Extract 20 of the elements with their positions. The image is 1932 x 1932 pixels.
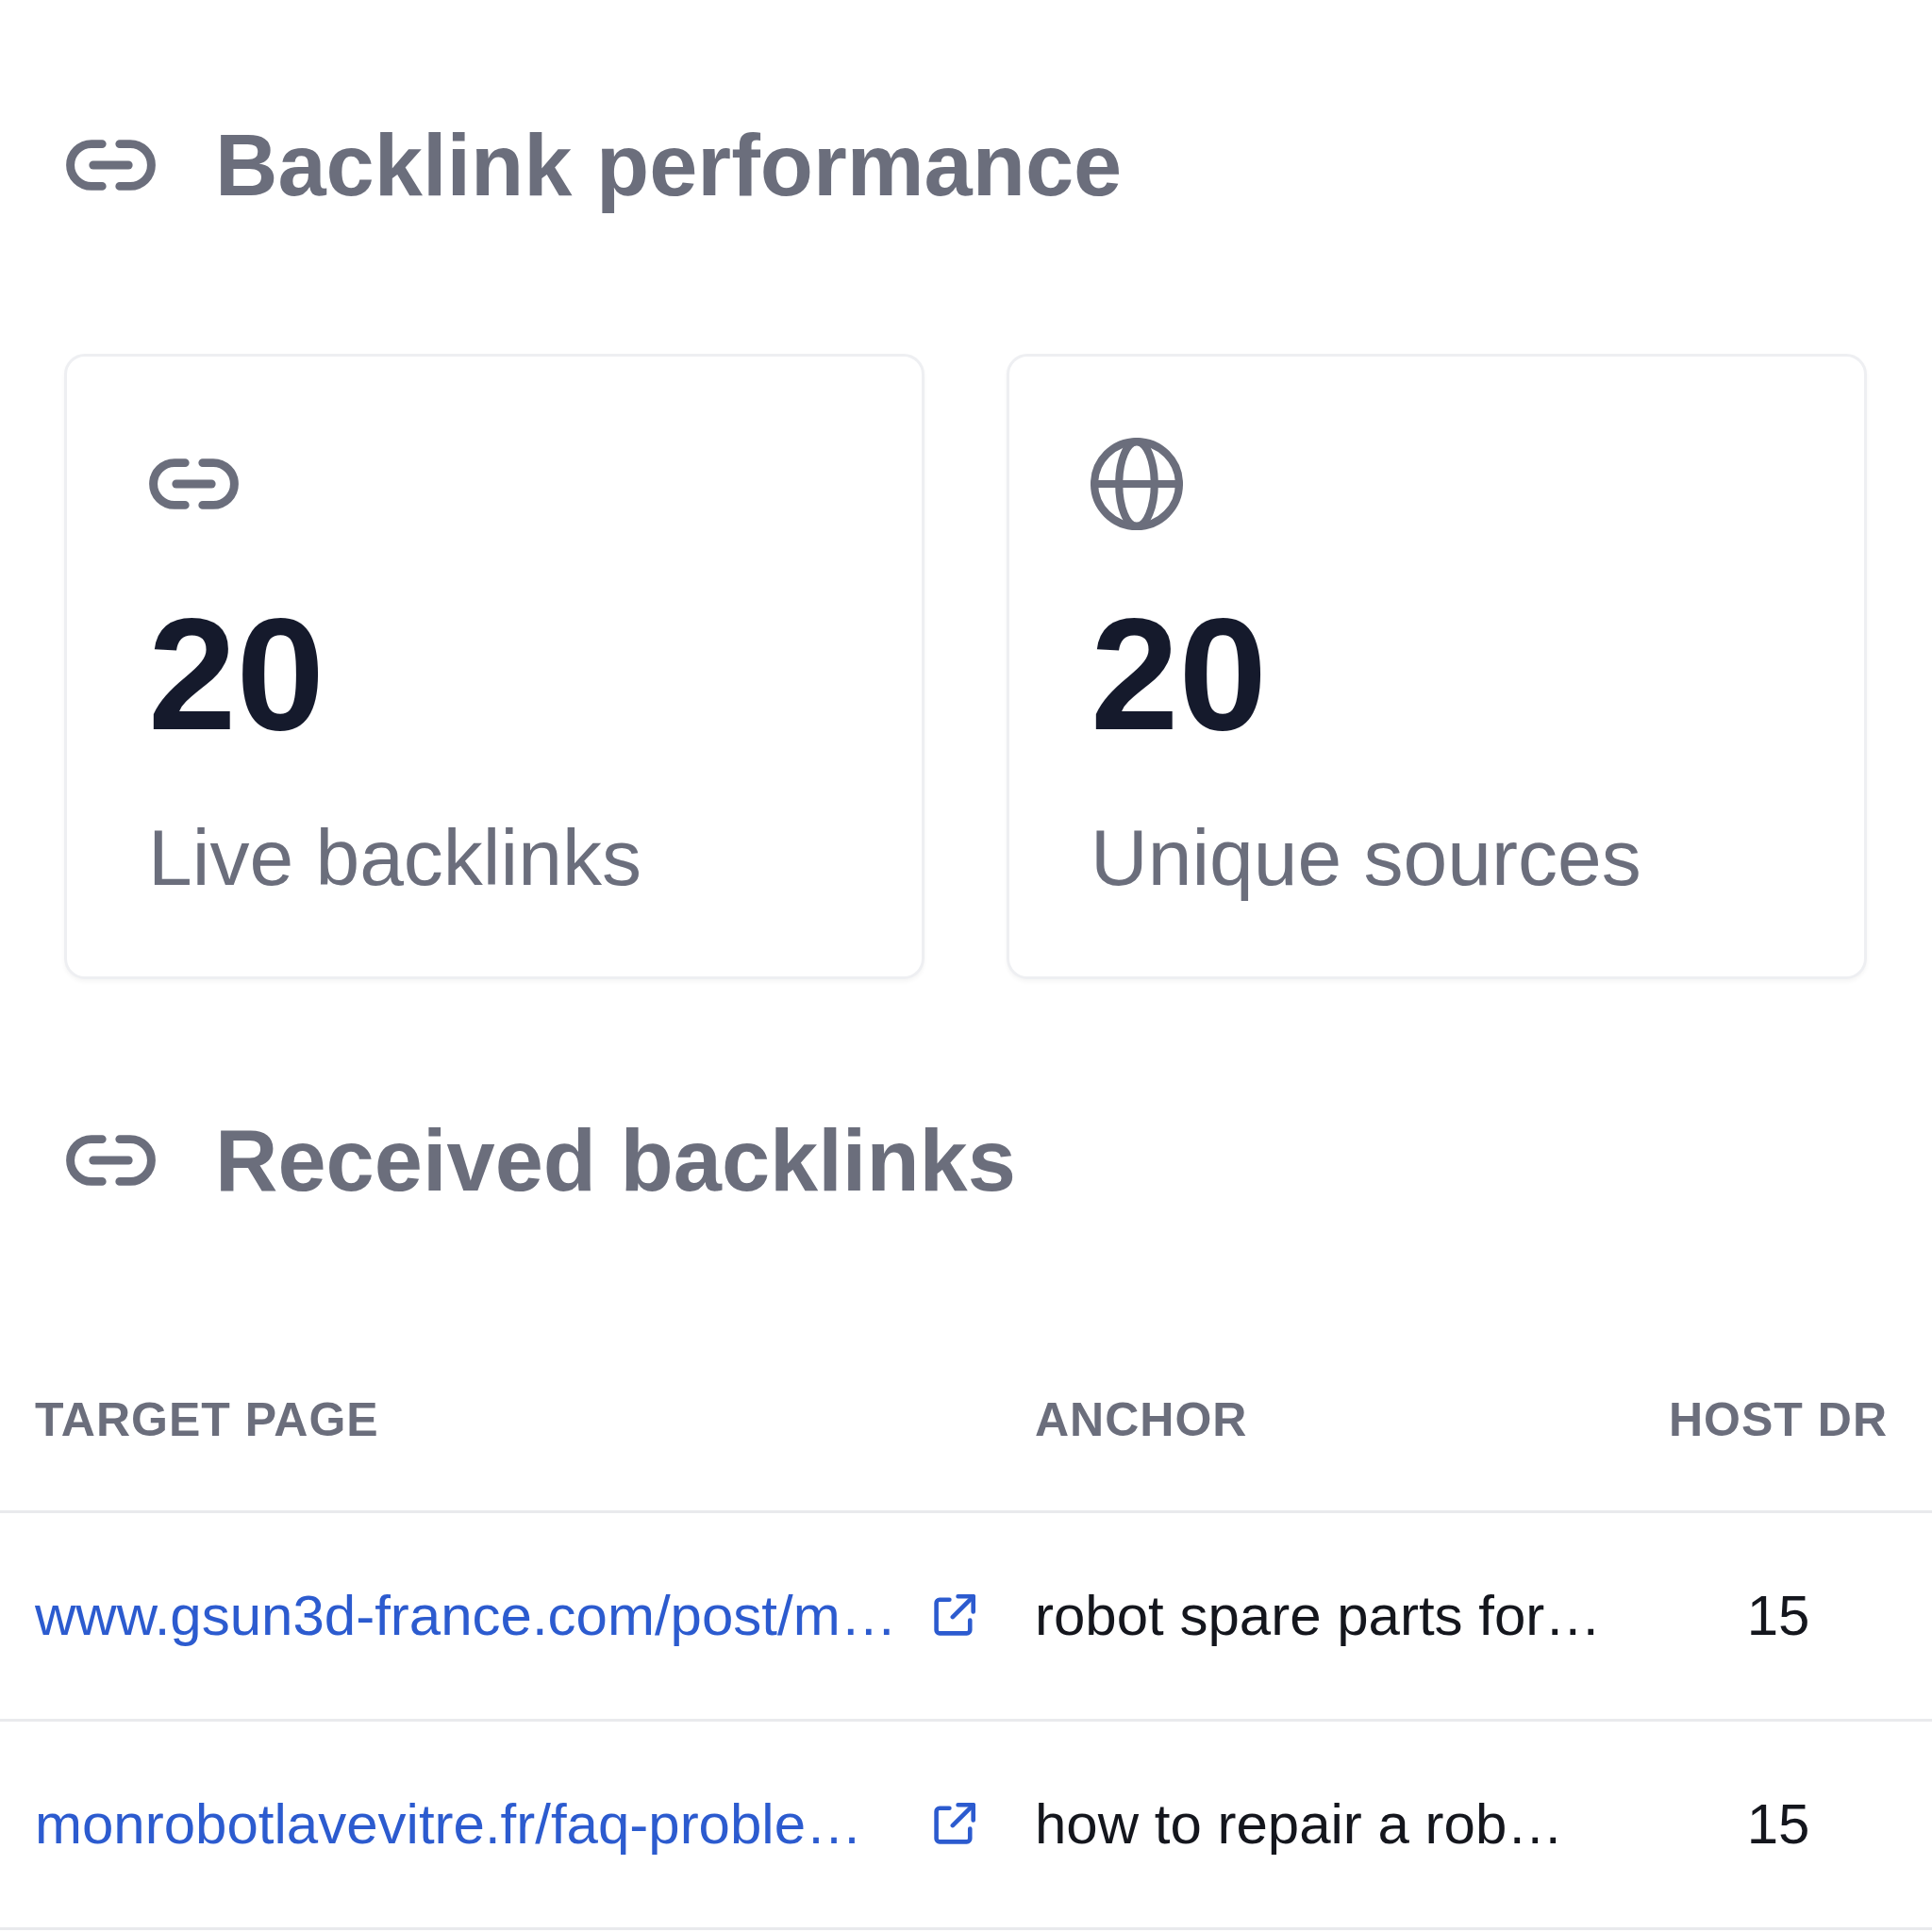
target-page-link[interactable]: monrobotlavevitre.fr/faq-proble… [35,1792,863,1856]
column-header: TARGET PAGE [35,1392,379,1448]
anchor-text: robot spare parts for… [1035,1583,1602,1649]
column-header: HOST DR [1669,1392,1888,1448]
host-dr-value: 15 [1746,1791,1810,1857]
external-link-icon[interactable] [932,1803,975,1846]
section-title: Backlink performance [215,116,1123,215]
link-icon [148,458,240,510]
stat-value: 20 [1091,595,1267,754]
stat-value: 20 [148,595,325,754]
link-icon [65,1134,157,1187]
target-page-link[interactable]: www.gsun3d-france.com/post/m… [35,1584,897,1647]
column-header: ANCHOR [1035,1392,1248,1448]
stat-label: Live backlinks [148,818,641,897]
section-title: Received backlinks [215,1111,1016,1210]
globe-icon [1091,438,1183,530]
host-dr-value: 15 [1746,1583,1810,1649]
link-icon [65,139,157,192]
anchor-text: how to repair a rob… [1035,1791,1564,1857]
external-link-icon[interactable] [932,1594,975,1638]
